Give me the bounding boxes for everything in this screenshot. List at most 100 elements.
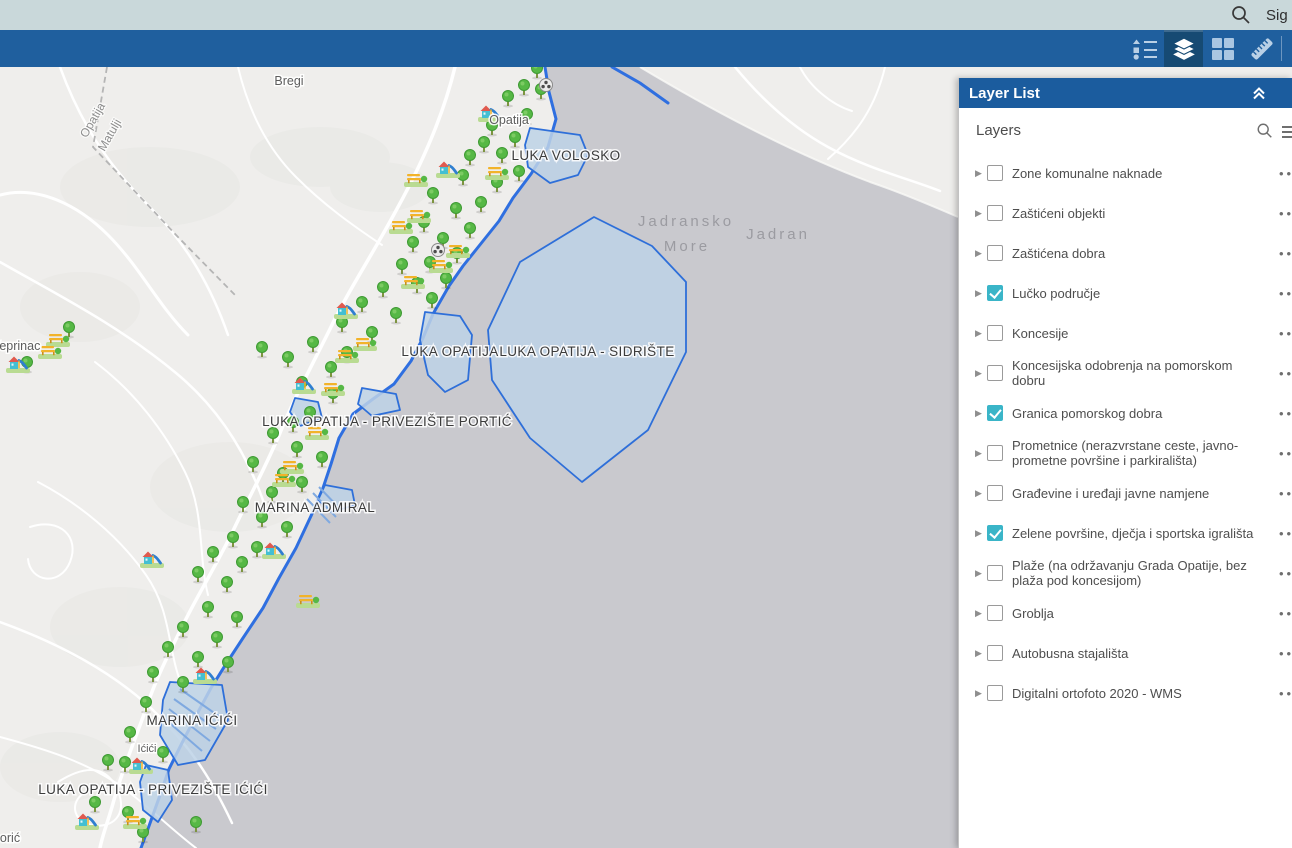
layer-visibility-checkbox[interactable]	[987, 565, 1003, 581]
map-label: Ićići	[138, 743, 157, 755]
layer-expand-caret-icon[interactable]: ▶	[975, 528, 987, 539]
layer-search-icon[interactable]	[1256, 122, 1274, 140]
app-window: Sig	[0, 0, 1292, 848]
layer-visibility-checkbox[interactable]	[987, 365, 1003, 381]
basemap-gallery-widget-button[interactable]	[1203, 30, 1242, 67]
layer-menu-ellipsis-icon[interactable]: •••	[1279, 673, 1292, 713]
top-bar: Sig	[0, 0, 1292, 30]
layer-menu-ellipsis-icon[interactable]: •••	[1279, 233, 1292, 273]
layer-row: ▶ Zelene površine, dječja i sportska igra…	[959, 513, 1292, 553]
layer-label: Lučko područje	[1012, 286, 1264, 301]
layer-menu-ellipsis-icon[interactable]: •••	[1279, 473, 1292, 513]
map-label: LUKA VOLOSKO	[511, 148, 620, 163]
layer-expand-caret-icon[interactable]: ▶	[975, 688, 987, 699]
layer-row: ▶ Koncesijska odobrenja na pomorskom dobr…	[959, 353, 1292, 393]
layer-row: ▶ Zone komunalne naknade •••	[959, 153, 1292, 193]
layer-expand-caret-icon[interactable]: ▶	[975, 568, 987, 579]
layer-menu-ellipsis-icon[interactable]: •••	[1279, 353, 1292, 393]
sign-in-link[interactable]: Sig	[1266, 7, 1292, 24]
layer-label: Granica pomorskog dobra	[1012, 406, 1264, 421]
layer-expand-caret-icon[interactable]: ▶	[975, 448, 987, 459]
layer-visibility-checkbox[interactable]	[987, 285, 1003, 301]
layer-label: Građevine i uređaji javne namjene	[1012, 486, 1264, 501]
layer-row: ▶ Granica pomorskog dobra •••	[959, 393, 1292, 433]
collapse-panel-icon[interactable]	[1250, 85, 1268, 101]
layer-expand-caret-icon[interactable]: ▶	[975, 248, 987, 259]
widget-toolbar	[0, 30, 1292, 67]
map-label: MARINA IĆIĆI	[146, 713, 237, 728]
layer-options-icon[interactable]	[1282, 123, 1292, 139]
layer-row: ▶ Autobusna stajališta •••	[959, 633, 1292, 673]
layer-expand-caret-icon[interactable]: ▶	[975, 328, 987, 339]
layer-list-widget-button[interactable]	[1164, 30, 1203, 67]
map-label: orić	[0, 831, 20, 845]
layer-visibility-checkbox[interactable]	[987, 245, 1003, 261]
map-label: LUKA OPATIJA - PRIVEZIŠTE PORTIĆ	[262, 414, 512, 429]
layer-menu-ellipsis-icon[interactable]: •••	[1279, 273, 1292, 313]
layer-expand-caret-icon[interactable]: ▶	[975, 408, 987, 419]
layer-visibility-checkbox[interactable]	[987, 445, 1003, 461]
map-label: LUKA OPATIJA - SIDRIŠTE	[499, 344, 674, 359]
layer-menu-ellipsis-icon[interactable]: •••	[1279, 593, 1292, 633]
layer-label: Koncesije	[1012, 326, 1264, 341]
layer-label: Zaštićeni objekti	[1012, 206, 1264, 221]
search-icon[interactable]	[1230, 4, 1252, 26]
map-label: Veprinac	[0, 339, 40, 353]
map-label: Opatija	[489, 113, 529, 127]
layers-subheader: Layers	[959, 108, 1292, 153]
layer-visibility-checkbox[interactable]	[987, 605, 1003, 621]
layer-visibility-checkbox[interactable]	[987, 525, 1003, 541]
layer-row: ▶ Zaštićeni objekti •••	[959, 193, 1292, 233]
layer-visibility-checkbox[interactable]	[987, 405, 1003, 421]
layer-expand-caret-icon[interactable]: ▶	[975, 368, 987, 379]
toolbar-spacer	[1282, 30, 1292, 67]
layers-heading: Layers	[976, 122, 1256, 139]
map-label: More	[664, 238, 710, 255]
layer-label: Autobusna stajališta	[1012, 646, 1264, 661]
map-label: Bregi	[274, 74, 303, 88]
layer-label: Zaštićena dobra	[1012, 246, 1264, 261]
layer-menu-ellipsis-icon[interactable]: •••	[1279, 193, 1292, 233]
layer-row: ▶ Koncesije •••	[959, 313, 1292, 353]
layer-visibility-checkbox[interactable]	[987, 325, 1003, 341]
layer-visibility-checkbox[interactable]	[987, 165, 1003, 181]
legend-widget-button[interactable]	[1125, 30, 1164, 67]
layer-row: ▶ Plaže (na održavanju Grada Opatije, bez…	[959, 553, 1292, 593]
layer-expand-caret-icon[interactable]: ▶	[975, 208, 987, 219]
layer-expand-caret-icon[interactable]: ▶	[975, 608, 987, 619]
map-label: Jadran	[746, 226, 810, 243]
layer-label: Prometnice (nerazvrstane ceste, javno-pr…	[1012, 438, 1264, 468]
layer-row: ▶ Zaštićena dobra •••	[959, 233, 1292, 273]
layer-menu-ellipsis-icon[interactable]: •••	[1279, 553, 1292, 593]
map-label: LUKA OPATIJA	[401, 344, 498, 359]
layer-menu-ellipsis-icon[interactable]: •••	[1279, 393, 1292, 433]
layer-expand-caret-icon[interactable]: ▶	[975, 168, 987, 179]
layer-label: Plaže (na održavanju Grada Opatije, bez …	[1012, 558, 1264, 588]
measurement-widget-button[interactable]	[1242, 30, 1281, 67]
layer-expand-caret-icon[interactable]: ▶	[975, 488, 987, 499]
layer-label: Groblja	[1012, 606, 1264, 621]
layer-label: Zone komunalne naknade	[1012, 166, 1264, 181]
layer-visibility-checkbox[interactable]	[987, 485, 1003, 501]
layer-expand-caret-icon[interactable]: ▶	[975, 288, 987, 299]
layer-visibility-checkbox[interactable]	[987, 205, 1003, 221]
layer-expand-caret-icon[interactable]: ▶	[975, 648, 987, 659]
map-label: LUKA OPATIJA - PRIVEZIŠTE IĆIĆI	[38, 782, 267, 797]
layer-menu-ellipsis-icon[interactable]: •••	[1279, 313, 1292, 353]
layer-menu-ellipsis-icon[interactable]: •••	[1279, 513, 1292, 553]
layer-row: ▶ Groblja •••	[959, 593, 1292, 633]
soccer-icon[interactable]	[432, 244, 445, 257]
layer-row: ▶Digitalni ortofoto 2020 - WMS•••	[959, 673, 1292, 713]
layer-menu-ellipsis-icon[interactable]: •••	[1279, 633, 1292, 673]
layer-label: Zelene površine, dječja i sportska igral…	[1012, 526, 1264, 541]
layer-menu-ellipsis-icon[interactable]: •••	[1279, 433, 1292, 473]
layer-label: Koncesijska odobrenja na pomorskom dobru	[1012, 358, 1264, 388]
layer-visibility-checkbox[interactable]	[987, 645, 1003, 661]
panel-title: Layer List	[969, 85, 1250, 102]
layer-menu-ellipsis-icon[interactable]: •••	[1279, 153, 1292, 193]
soccer-icon[interactable]	[540, 79, 553, 92]
layer-row: ▶ Građevine i uređaji javne namjene •••	[959, 473, 1292, 513]
layer-row: ▶ Prometnice (nerazvrstane ceste, javno-p…	[959, 433, 1292, 473]
layer-visibility-checkbox[interactable]	[987, 685, 1003, 701]
map-label: Jadransko	[638, 213, 734, 230]
